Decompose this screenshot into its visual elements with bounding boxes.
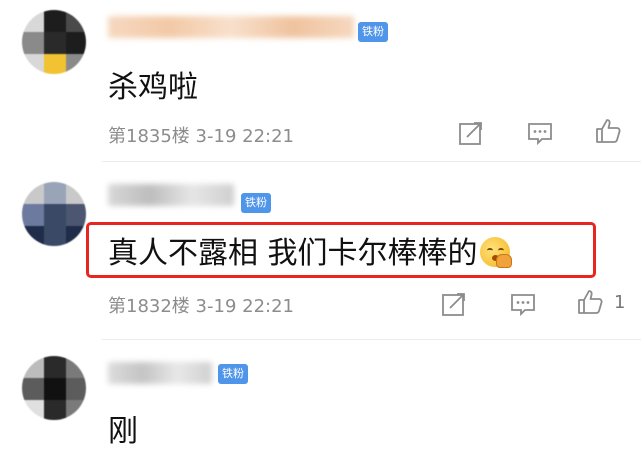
reply-icon[interactable] xyxy=(509,290,537,318)
avatar[interactable] xyxy=(22,10,86,74)
share-icon[interactable] xyxy=(440,290,468,318)
share-icon[interactable] xyxy=(457,119,485,147)
username-blurred[interactable] xyxy=(108,16,354,38)
like-count: 1 xyxy=(614,292,626,313)
comment-date: 3-19 22:21 xyxy=(195,126,294,147)
comment-date: 3-19 22:21 xyxy=(195,296,294,317)
fan-badge: 铁粉 xyxy=(358,22,388,42)
comment-text: 杀鸡啦 xyxy=(108,70,198,105)
comment-item: 铁粉 杀鸡啦 第1835楼 3-19 22:21 xyxy=(0,0,641,162)
comment-text: 刚 xyxy=(108,414,138,449)
thumbs-up-icon[interactable] xyxy=(594,117,622,145)
fan-badge: 铁粉 xyxy=(241,193,271,213)
username-blurred[interactable] xyxy=(108,184,234,206)
username-blurred[interactable] xyxy=(108,362,212,384)
divider xyxy=(102,339,641,340)
thumbs-up-icon[interactable] xyxy=(576,288,604,316)
highlight-box xyxy=(86,222,596,278)
reply-icon[interactable] xyxy=(526,119,554,147)
floor-number: 第1832楼 xyxy=(108,296,190,317)
floor-number: 第1835楼 xyxy=(108,126,190,147)
avatar[interactable] xyxy=(22,182,86,246)
avatar[interactable] xyxy=(22,356,86,420)
comment-meta: 第1835楼 3-19 22:21 xyxy=(108,122,294,148)
comment-item: 铁粉 刚 xyxy=(0,342,641,452)
comment-meta: 第1832楼 3-19 22:21 xyxy=(108,292,294,318)
fan-badge: 铁粉 xyxy=(218,364,248,384)
